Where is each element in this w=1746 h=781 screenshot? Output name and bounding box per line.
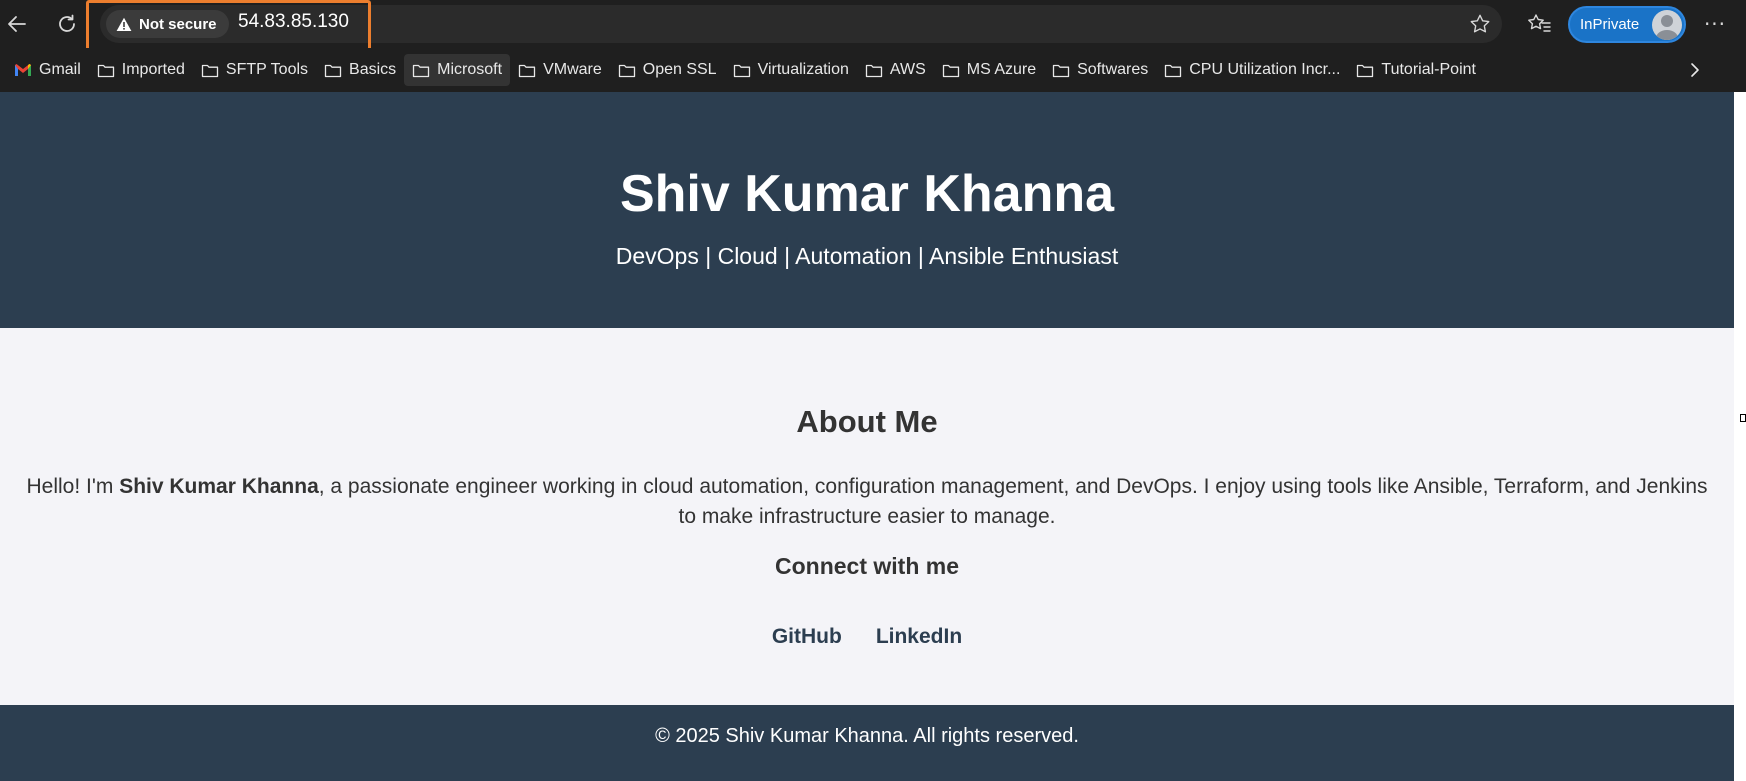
bookmark-folder-imported[interactable]: Imported [89,54,193,86]
folder-icon [733,64,750,77]
browser-toolbar: Not secure 54.83.85.130 InPrivate ··· [0,0,1746,53]
folder-icon [1052,64,1070,77]
bookmark-label: Microsoft [437,61,503,78]
site-footer: © 2025 Shiv Kumar Khanna. All rights res… [0,705,1734,781]
folder-icon [518,64,536,77]
bookmark-folder-ms-azure[interactable]: MS Azure [934,54,1044,86]
bookmark-folder-open-ssl[interactable]: Open SSL [610,54,725,86]
bookmark-gmail[interactable]: Gmail [6,54,89,86]
inprivate-label: InPrivate [1580,16,1640,33]
folder-icon [865,64,883,77]
bookmark-folder-microsoft[interactable]: Microsoft [404,54,511,86]
scrollbar-marker[interactable] [1740,414,1746,422]
site-name: Shiv Kumar Khanna [619,165,1115,223]
bookmark-label: AWS [889,61,926,78]
bookmark-folder-cpu-utilization[interactable]: CPU Utilization Incr... [1156,54,1348,86]
folder-icon [1165,64,1182,77]
gmail-icon [15,64,31,76]
social-links: GitHub LinkedIn [0,625,1734,649]
bookmark-label: CPU Utilization Incr... [1189,61,1341,78]
bookmark-folder-softwares[interactable]: Softwares [1044,54,1156,86]
about-heading: About Me [796,404,938,439]
bookmark-label: Basics [349,61,397,78]
bookmark-label: SFTP Tools [225,61,309,78]
bookmark-folder-basics[interactable]: Basics [316,54,404,86]
bookmark-label: Tutorial-Point [1381,61,1476,78]
bookmark-label: Open SSL [642,61,717,78]
back-arrow-icon[interactable] [2,9,32,39]
folder-icon [97,64,114,77]
address-highlight-box [86,0,371,53]
avatar-icon [1652,10,1682,40]
bookmark-label: Virtualization [757,61,849,78]
bookmark-label: MS Azure [966,61,1037,78]
bookmark-folder-sftp-tools[interactable]: SFTP Tools [193,54,316,86]
folder-icon [324,64,342,77]
bookmark-folder-virtualization[interactable]: Virtualization [725,54,857,86]
bookmark-folder-tutorial-point[interactable]: Tutorial-Point [1348,54,1484,86]
folder-icon [942,64,959,77]
linkedin-link[interactable]: LinkedIn [876,625,962,649]
bio-suffix: , a passionate engineer working in cloud… [318,475,1708,528]
folder-icon [201,64,219,77]
web-page: Shiv Kumar Khanna DevOps | Cloud | Autom… [0,92,1734,781]
footer-copyright: © 2025 Shiv Kumar Khanna. All rights res… [655,725,1079,747]
bookmark-label: VMware [543,61,602,78]
bookmark-folder-vmware[interactable]: VMware [510,54,610,86]
bookmark-label: Softwares [1077,61,1149,78]
site-tagline: DevOps | Cloud | Automation | Ansible En… [615,243,1119,269]
bookmark-folder-aws[interactable]: AWS [857,54,934,86]
folder-icon [618,64,635,77]
folder-icon [1357,64,1374,77]
scrollbar-track[interactable] [1734,92,1746,781]
refresh-icon[interactable] [52,9,82,39]
bookmark-label: Gmail [39,61,81,78]
site-header: Shiv Kumar Khanna DevOps | Cloud | Autom… [0,92,1734,328]
about-bio: Hello! I'm Shiv Kumar Khanna, a passiona… [20,472,1714,532]
star-icon[interactable] [1466,10,1494,38]
favorites-icon[interactable] [1524,10,1554,38]
bio-name: Shiv Kumar Khanna [119,475,319,498]
bookmark-label: Imported [121,61,185,78]
folder-icon [413,64,430,77]
more-icon[interactable]: ··· [1700,9,1730,39]
github-link[interactable]: GitHub [772,625,842,649]
bio-prefix: Hello! I'm [26,475,120,498]
inprivate-button[interactable]: InPrivate [1568,6,1686,43]
connect-heading: Connect with me [774,553,959,579]
chevron-right-icon[interactable] [1680,55,1710,85]
favorites-bar: Gmail Imported SFTP Tools Basics Microso… [0,48,1746,92]
